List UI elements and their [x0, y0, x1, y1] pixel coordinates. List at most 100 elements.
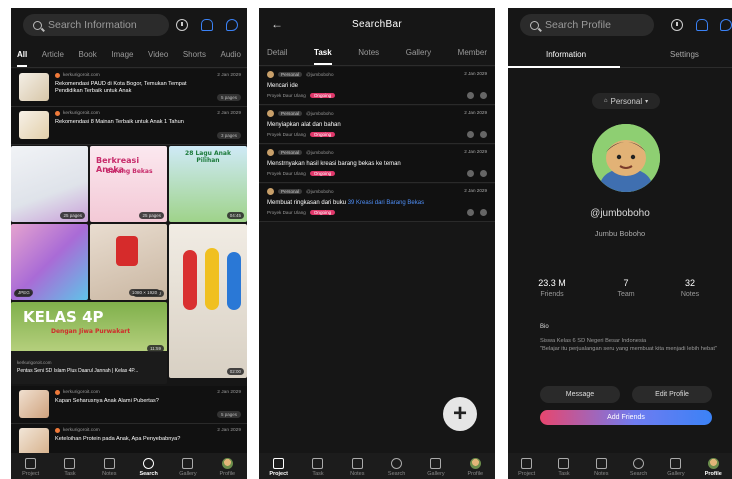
nav-gallery[interactable]: Gallery	[658, 458, 694, 477]
message-button[interactable]: Message	[540, 386, 620, 403]
project-tabs: Detail Task Notes Gallery Member	[259, 48, 495, 66]
nav-search[interactable]: Search	[131, 458, 167, 477]
nav-notes[interactable]: Notes	[339, 458, 375, 477]
result-list-bottom: kerkurigoroit.com 2 Jan 2029 Kapan Sehar…	[11, 386, 247, 462]
edit-profile-button[interactable]: Edit Profile	[632, 386, 712, 403]
article-title: Rekomendasi 8 Mainan Terbaik untuk Anak …	[55, 119, 184, 125]
nav-task[interactable]: Task	[546, 458, 582, 477]
resolution-badge: 1080 × 1920	[129, 289, 161, 296]
duration-badge: 02:00	[226, 368, 244, 375]
article-thumbnail	[19, 73, 49, 101]
source-icon	[55, 390, 60, 395]
nav-profile[interactable]: Profile	[457, 458, 493, 477]
nav-search[interactable]: Search	[379, 458, 415, 477]
nav-gallery[interactable]: Gallery	[418, 458, 454, 477]
bell-icon[interactable]	[696, 19, 708, 31]
bell-icon[interactable]	[201, 19, 213, 31]
project-icon	[273, 458, 285, 469]
nav-label: Notes	[102, 471, 117, 477]
source-icon	[55, 428, 60, 433]
tab-book[interactable]: Book	[79, 50, 97, 67]
nav-task[interactable]: Task	[52, 458, 88, 477]
tab-notes[interactable]: Notes	[358, 48, 379, 65]
avatar[interactable]	[592, 124, 660, 192]
edit-icon[interactable]	[467, 170, 474, 177]
delete-icon[interactable]	[480, 131, 487, 138]
tab-member[interactable]: Member	[458, 48, 487, 65]
pages-badge: 25 pages	[60, 212, 85, 219]
list-item[interactable]: kerkurigoroit.com 2 Jan 2029 Rekomendasi…	[11, 69, 247, 107]
nav-project[interactable]: Project	[509, 458, 545, 477]
stat-team[interactable]: 7 Team	[596, 278, 656, 298]
chat-icon[interactable]	[720, 19, 732, 31]
list-item[interactable]: kerkurigoroit.com 2 Jan 2029 Rekomendasi…	[11, 107, 247, 145]
task-card[interactable]: Personal @jumboboho 2 Jan 2029 Membuat ri…	[259, 184, 495, 222]
nav-task[interactable]: Task	[300, 458, 336, 477]
add-task-button[interactable]: +	[443, 397, 477, 431]
nav-notes[interactable]: Notes	[91, 458, 127, 477]
nav-label: Project	[22, 471, 40, 477]
task-card[interactable]: Personal @jumboboho 2 Jan 2029 Mencari id…	[259, 67, 495, 105]
date: 2 Jan 2029	[217, 73, 241, 78]
pages-badge: 3 pages	[216, 132, 241, 139]
book-tile[interactable]: Berkreasi Aneka Barang Bekas 25 pages	[90, 146, 167, 222]
delete-icon[interactable]	[480, 92, 487, 99]
history-icon[interactable]	[176, 19, 188, 31]
tab-information[interactable]: Information	[546, 50, 586, 59]
mode-dropdown[interactable]: ⌂ Personal ▾	[592, 93, 660, 109]
chat-icon[interactable]	[226, 19, 238, 31]
delete-icon[interactable]	[480, 170, 487, 177]
search-icon	[33, 20, 42, 30]
nav-profile[interactable]: Profile	[209, 458, 245, 477]
back-arrow-icon[interactable]: ←	[271, 17, 283, 31]
profile-avatar-icon	[469, 458, 481, 469]
status-badge: Ongoing	[309, 93, 336, 98]
tab-settings[interactable]: Settings	[670, 50, 699, 59]
search-input[interactable]: Search Profile	[520, 14, 654, 36]
nav-search[interactable]: Search	[621, 458, 657, 477]
delete-icon[interactable]	[480, 209, 487, 216]
search-screen: Search Information All Article Book Imag…	[11, 8, 247, 479]
bio-line: Siswa Kelas 6 SD Negeri Besar Indonesia	[540, 338, 647, 344]
list-item[interactable]: kerkurigoroit.com 2 Jan 2029 Kapan Sehar…	[11, 386, 247, 424]
tab-detail[interactable]: Detail	[267, 48, 287, 65]
stat-friends[interactable]: 23.3 M Friends	[522, 278, 582, 298]
date: 2 Jan 2029	[217, 428, 241, 433]
book-tile[interactable]: 25 pages	[11, 146, 88, 222]
search-icon	[633, 458, 645, 469]
nav-notes[interactable]: Notes	[583, 458, 619, 477]
tab-gallery[interactable]: Gallery	[406, 48, 431, 65]
video-tile[interactable]: 02:00	[169, 224, 247, 378]
nav-label: Search	[387, 471, 406, 477]
username: @jumboboho	[306, 189, 334, 194]
article-title: Rekomendasi PAUD di Kota Bogor, Temukan …	[55, 81, 187, 94]
history-icon[interactable]	[671, 19, 683, 31]
edit-icon[interactable]	[467, 209, 474, 216]
task-icon	[312, 458, 324, 469]
task-card[interactable]: Personal @jumboboho 2 Jan 2029 Menstrnyak…	[259, 145, 495, 183]
tab-article[interactable]: Article	[42, 50, 64, 67]
tab-image[interactable]: Image	[111, 50, 133, 67]
pages-badge: 5 pages	[216, 94, 241, 101]
edit-icon[interactable]	[467, 131, 474, 138]
nav-project[interactable]: Project	[13, 458, 49, 477]
tab-all[interactable]: All	[17, 50, 28, 67]
book-link[interactable]: 39 Kreasi dari Barang Bekas	[348, 200, 424, 206]
tab-task[interactable]: Task	[314, 48, 332, 65]
video-tile[interactable]: 28 Lagu Anak Pilihan 04:45	[169, 146, 247, 222]
project-name: Proyek Daur Ulang	[267, 132, 306, 137]
tab-shorts[interactable]: Shorts	[183, 50, 206, 67]
video-tile[interactable]: KELAS 4P Dengan Jiwa Purwakart 11:59 ker…	[11, 302, 167, 384]
task-card[interactable]: Personal @jumboboho 2 Jan 2029 Menyiapkan…	[259, 106, 495, 144]
search-input[interactable]: Search Information	[23, 14, 169, 36]
add-friends-button[interactable]: Add Friends	[540, 410, 712, 425]
nav-gallery[interactable]: Gallery	[170, 458, 206, 477]
edit-icon[interactable]	[467, 92, 474, 99]
article-thumbnail	[19, 111, 49, 139]
stat-notes[interactable]: 32 Notes	[660, 278, 720, 298]
notes-icon	[103, 458, 115, 469]
tab-video[interactable]: Video	[148, 50, 168, 67]
nav-profile[interactable]: Profile	[695, 458, 731, 477]
nav-project[interactable]: Project	[261, 458, 297, 477]
tab-audio[interactable]: Audio	[220, 50, 240, 67]
